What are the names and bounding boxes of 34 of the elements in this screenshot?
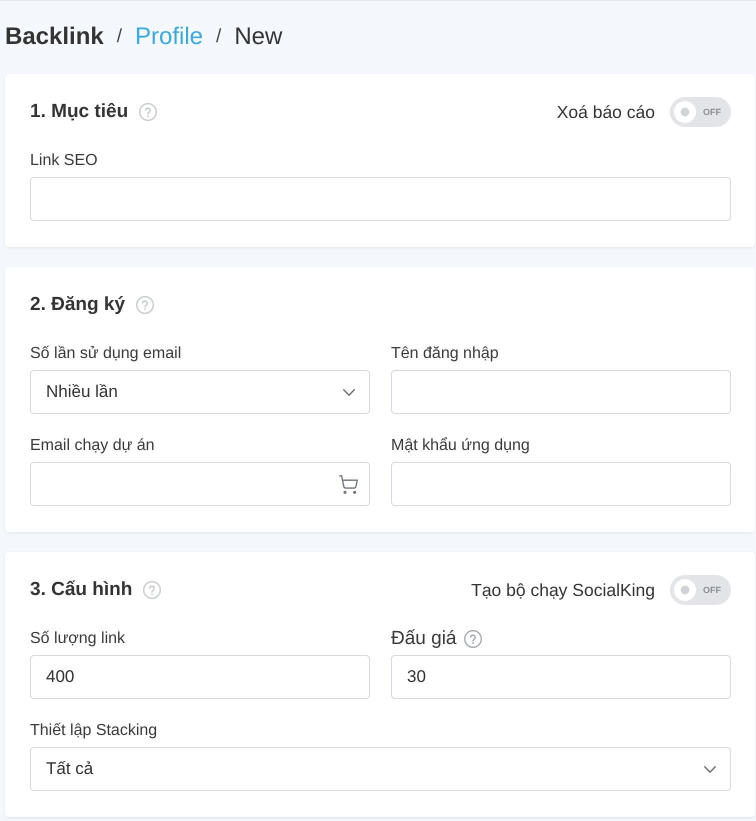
input-field[interactable]: 400 — [30, 655, 370, 699]
field-label: Link SEO — [30, 151, 98, 171]
chevron-down-icon — [704, 766, 716, 772]
toggle-label: Tạo bộ chạy SocialKing — [471, 579, 655, 602]
section-title: 2. Đăng ký — [30, 293, 126, 317]
field-label: Số lượng link — [30, 629, 126, 649]
help-icon[interactable] — [139, 103, 158, 121]
help-icon[interactable] — [136, 296, 154, 314]
input-field[interactable] — [30, 177, 731, 221]
dropdown-select[interactable]: Nhiều lần — [30, 370, 370, 414]
page-subtitle: New — [234, 22, 282, 52]
section-title: 3. Cấu hình — [30, 578, 132, 602]
help-icon[interactable] — [464, 630, 482, 648]
input-field[interactable] — [391, 370, 731, 414]
field-label: Tên đăng nhập — [391, 344, 499, 364]
toggle-label: Xoá báo cáo — [556, 101, 655, 124]
field-label: Mật khẩu ứng dụng — [391, 436, 530, 456]
dropdown-select[interactable]: Tất cả — [30, 747, 731, 791]
cart-icon[interactable] — [338, 474, 359, 494]
breadcrumb-separator: / — [116, 25, 122, 49]
input-field[interactable] — [30, 462, 370, 506]
field-label: Đấu giá — [391, 629, 456, 649]
chevron-down-icon — [343, 388, 355, 396]
input-field[interactable] — [391, 462, 731, 506]
field-label: Số lần sử dụng email — [30, 344, 182, 364]
field-label: Thiết lập Stacking — [30, 721, 158, 741]
breadcrumb-separator: / — [216, 25, 222, 49]
field-label: Email chạy dự án — [30, 436, 155, 456]
toggle-knob — [674, 579, 696, 601]
input-field[interactable]: 30 — [391, 655, 731, 699]
toggle-knob — [674, 101, 696, 123]
section-title: 1. Mục tiêu — [30, 100, 128, 124]
help-icon[interactable] — [143, 581, 162, 599]
page-title: Backlink — [5, 22, 104, 52]
